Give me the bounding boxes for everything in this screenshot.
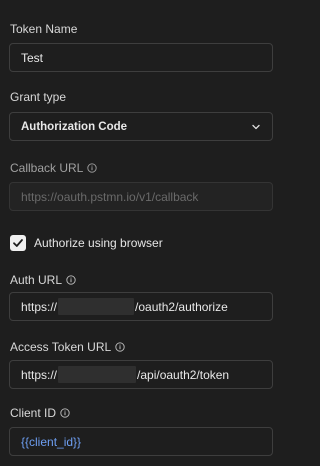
auth-url-prefix: https:// — [21, 299, 58, 314]
callback-url-label: Callback URL — [10, 161, 98, 175]
token-name-label: Token Name — [10, 22, 77, 36]
access-token-url-suffix: /api/oauth2/token — [137, 367, 230, 382]
grant-type-selected: Authorization Code — [21, 120, 128, 133]
auth-url-input[interactable]: https:// /oauth2/authorize — [9, 292, 273, 321]
chevron-down-icon — [252, 124, 260, 129]
client-id-label-text: Client ID — [10, 406, 57, 420]
redacted-block — [58, 366, 137, 383]
client-id-variable: {{client_id}} — [21, 434, 82, 449]
callback-url-input: https://oauth.pstmn.io/v1/callback — [9, 182, 273, 211]
info-icon — [115, 342, 125, 352]
authorize-browser-checkbox[interactable] — [10, 235, 26, 251]
auth-url-label-text: Auth URL — [10, 273, 63, 287]
access-token-url-label: Access Token URL — [10, 340, 125, 354]
info-icon — [66, 275, 76, 285]
callback-url-placeholder: https://oauth.pstmn.io/v1/callback — [21, 189, 199, 204]
client-id-label: Client ID — [10, 406, 70, 420]
authorize-browser-label[interactable]: Authorize using browser — [34, 236, 163, 250]
info-icon — [87, 163, 98, 173]
access-token-url-label-text: Access Token URL — [10, 340, 112, 354]
grant-type-label-text: Grant type — [10, 90, 67, 104]
token-name-value: Test — [21, 50, 44, 65]
info-icon — [60, 408, 70, 418]
checkmark-icon — [13, 239, 23, 247]
access-token-url-prefix: https:// — [21, 367, 58, 382]
client-id-input[interactable]: {{client_id}} — [9, 427, 273, 456]
auth-url-suffix: /oauth2/authorize — [135, 299, 228, 314]
token-name-label-text: Token Name — [10, 22, 78, 36]
grant-type-select[interactable]: Authorization Code — [9, 112, 273, 141]
token-name-input[interactable]: Test — [9, 43, 273, 72]
callback-url-label-text: Callback URL — [10, 161, 84, 175]
redacted-block — [58, 298, 135, 315]
access-token-url-input[interactable]: https:// /api/oauth2/token — [9, 360, 273, 389]
grant-type-label: Grant type — [10, 90, 66, 104]
auth-url-label: Auth URL — [10, 273, 76, 287]
